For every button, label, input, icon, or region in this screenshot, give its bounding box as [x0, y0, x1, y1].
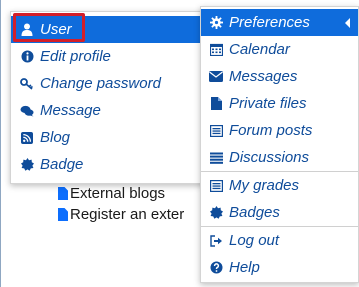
- menu-item-label: Log out: [229, 232, 280, 249]
- menu-item-messages[interactable]: Messages: [201, 63, 358, 90]
- menu-item-edit-profile[interactable]: Edit profile: [11, 43, 209, 70]
- menu-item-user[interactable]: User: [11, 16, 209, 43]
- badge-icon: [209, 206, 223, 220]
- badge-icon: [20, 158, 34, 172]
- file-icon: [58, 187, 68, 200]
- info-circle-icon: [20, 50, 34, 64]
- menu-item-label: My grades: [229, 177, 300, 194]
- menu-item-label: Private files: [229, 95, 307, 112]
- envelope-icon: [209, 70, 223, 84]
- calendar-icon: [209, 43, 223, 57]
- user-menu: User Edit profile Change password Messag…: [10, 11, 210, 184]
- menu-item-badge[interactable]: Badge: [11, 151, 209, 178]
- menu-item-private-files[interactable]: Private files: [201, 90, 358, 117]
- menu-item-label: Discussions: [229, 149, 310, 166]
- menu-item-blog[interactable]: Blog: [11, 124, 209, 151]
- tree-item-label: External blogs: [70, 185, 166, 202]
- gear-icon: [209, 16, 223, 30]
- tree-item-label: Register an exter: [70, 206, 185, 223]
- menu-item-label: User: [40, 21, 72, 38]
- menu-item-label: Preferences: [229, 14, 310, 31]
- menu-item-message[interactable]: Message: [11, 97, 209, 124]
- file-icon: [58, 208, 68, 221]
- tree-item-external-blogs[interactable]: External blogs: [58, 185, 165, 202]
- menu-item-label: Blog: [40, 129, 71, 146]
- menu-item-change-password[interactable]: Change password: [11, 70, 209, 97]
- menu-item-label: Message: [40, 102, 101, 119]
- menu-item-label: Calendar: [229, 41, 290, 58]
- list-icon: [209, 151, 223, 165]
- rss-icon: [20, 131, 34, 145]
- preferences-menu: Preferences Calendar Messages Private fi…: [200, 6, 359, 283]
- menu-item-label: Change password: [40, 75, 161, 92]
- menu-item-calendar[interactable]: Calendar: [201, 36, 358, 63]
- menu-item-my-grades[interactable]: My grades: [201, 172, 358, 199]
- menu-item-badges[interactable]: Badges: [201, 199, 358, 226]
- menu-item-label: Help: [229, 259, 260, 276]
- caret-left-icon: [345, 17, 350, 28]
- menu-item-label: Badges: [229, 204, 280, 221]
- menu-item-log-out[interactable]: Log out: [201, 227, 358, 254]
- user-icon: [20, 23, 34, 37]
- chat-bubbles-icon: [20, 104, 34, 118]
- menu-item-preferences[interactable]: Preferences: [201, 9, 358, 36]
- sign-out-icon: [209, 234, 223, 248]
- key-icon: [20, 77, 34, 91]
- menu-item-help[interactable]: Help: [201, 254, 358, 281]
- list-alt-icon: [209, 124, 223, 138]
- menu-item-label: Messages: [229, 68, 298, 85]
- file-icon: [209, 97, 223, 111]
- menu-item-label: Badge: [40, 156, 84, 173]
- menu-item-label: Edit profile: [40, 48, 111, 65]
- question-circle-icon: [209, 261, 223, 275]
- tree-item-register-external[interactable]: Register an exter: [58, 206, 184, 223]
- list-alt-icon: [209, 179, 223, 193]
- menu-item-discussions[interactable]: Discussions: [201, 144, 358, 171]
- menu-item-label: Forum posts: [229, 122, 313, 139]
- menu-item-forum-posts[interactable]: Forum posts: [201, 117, 358, 144]
